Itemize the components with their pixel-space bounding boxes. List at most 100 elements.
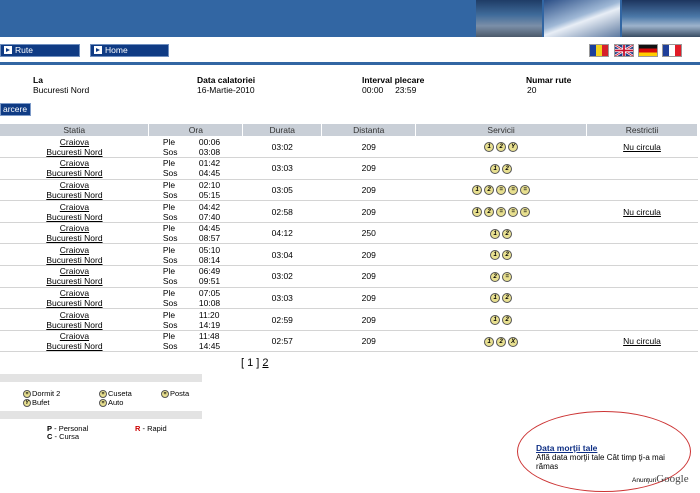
rute-button[interactable]: Rute (0, 44, 80, 57)
header-banner (0, 0, 700, 37)
service-icon: X (508, 336, 519, 347)
to-station-link[interactable]: Bucuresti Nord (0, 276, 149, 286)
arrival-time: Sos 05:15 (162, 189, 221, 200)
from-station-link[interactable]: Craiova (0, 245, 149, 255)
from-station-link[interactable]: Craiova (0, 158, 149, 168)
departure-time: Ple 11:48 (162, 331, 220, 342)
duration-cell: 03:02 (242, 265, 322, 288)
restriction-cell (586, 308, 698, 331)
restriction-cell: Nu circula (586, 136, 698, 159)
car-icon: = (99, 399, 107, 408)
distance-cell: 209 (321, 136, 416, 159)
from-station-link[interactable]: Craiova (0, 223, 149, 233)
from-station-link[interactable]: Craiova (0, 137, 149, 147)
arrival-time: Sos 07:40 (162, 211, 221, 222)
distance-cell: 209 (321, 179, 416, 202)
time-cell: Ple 02:10 Sos 05:15 (148, 179, 243, 202)
station-cell: Craiova Bucuresti Nord (0, 222, 149, 245)
header-servicii[interactable]: Servicii (415, 124, 588, 136)
station-cell: Craiova Bucuresti Nord (0, 287, 149, 310)
uk-flag-icon[interactable] (614, 43, 634, 58)
station-cell: Craiova Bucuresti Nord (0, 136, 149, 159)
service-icon: 2 (490, 271, 501, 282)
arrival-time: Sos 03:08 (162, 146, 221, 157)
header-restrictii[interactable]: Restrictii (586, 124, 698, 136)
pagination: [ 1 ] 2 (241, 357, 269, 369)
table-row: Craiova Bucuresti Nord Ple 07:05 Sos 10:08 03:… (0, 287, 698, 310)
restriction-cell (586, 179, 698, 202)
header-ora[interactable]: Ora (148, 124, 244, 136)
header-statia[interactable]: Statia (0, 124, 150, 136)
from-station-link[interactable]: Craiova (0, 288, 149, 298)
to-station-link[interactable]: Bucuresti Nord (0, 255, 149, 265)
service-icon: 1 (484, 336, 495, 347)
couchette-icon: = (99, 390, 107, 399)
service-icon: 1 (472, 206, 483, 217)
restriction-link[interactable]: Nu circula (587, 142, 698, 152)
ad-title-link[interactable]: Data morţii tale (536, 443, 597, 453)
info-route-count: Numar rute 20 (526, 75, 572, 95)
restriction-link[interactable]: Nu circula (587, 336, 698, 346)
duration-cell: 03:03 (242, 157, 322, 180)
page-2-link[interactable]: 2 (262, 357, 268, 369)
table-row: Craiova Bucuresti Nord Ple 02:10 Sos 05:15 03:… (0, 179, 698, 202)
service-icon: 2 (496, 141, 507, 152)
to-station-link[interactable]: Bucuresti Nord (0, 190, 149, 200)
arrival-time: Sos 14:45 (162, 341, 221, 352)
restriction-link[interactable]: Nu circula (587, 207, 698, 217)
home-button[interactable]: Home (90, 44, 169, 57)
arrival-time: Sos 04:45 (162, 168, 221, 179)
departure-time: Ple 05:10 (162, 244, 221, 255)
to-station-link[interactable]: Bucuresti Nord (0, 233, 149, 243)
table-row: Craiova Bucuresti Nord Ple 00:06 Sos 03:08 03:… (0, 136, 698, 159)
services-cell: 2 = (415, 265, 587, 288)
from-station-link[interactable]: Craiova (0, 202, 149, 212)
from-station-link[interactable]: Craiova (0, 310, 149, 320)
service-icon: 2 (484, 206, 495, 217)
station-cell: Craiova Bucuresti Nord (0, 157, 149, 180)
french-flag-icon[interactable] (662, 44, 682, 57)
arrival-time: Sos 14:19 (162, 319, 221, 330)
header-durata[interactable]: Durata (242, 124, 323, 136)
search-button[interactable]: arcere (0, 103, 31, 116)
service-icon: 1 (484, 141, 495, 152)
romanian-flag-icon[interactable] (589, 44, 609, 57)
google-logo: Google (656, 473, 689, 485)
table-header: Statia Ora Durata Distanta Servicii Rest… (0, 124, 698, 136)
departure-time: Ple 00:06 (162, 136, 221, 147)
service-icon: 2 (502, 228, 513, 239)
german-flag-icon[interactable] (638, 44, 658, 57)
to-station-link[interactable]: Bucuresti Nord (0, 147, 149, 157)
info-interval: Interval plecare 00:00 23:59 (362, 75, 425, 95)
to-station-link[interactable]: Bucuresti Nord (0, 212, 149, 222)
duration-cell: 02:59 (242, 308, 322, 331)
departure-time: Ple 06:49 (162, 266, 221, 277)
time-cell: Ple 06:49 Sos 09:51 (148, 265, 243, 288)
google-ads-label[interactable]: AnunţuriGoogle (632, 473, 689, 485)
departure-time: Ple 07:05 (162, 287, 221, 298)
duration-cell: 04:12 (242, 222, 322, 245)
service-icon: 1 (490, 228, 501, 239)
service-icon: 1 (490, 250, 501, 261)
arrival-time: Sos 08:57 (162, 233, 221, 244)
to-station-link[interactable]: Bucuresti Nord (0, 168, 149, 178)
legend-dormit: = Dormit 2 (22, 389, 60, 399)
from-station-link[interactable]: Craiova (0, 180, 149, 190)
service-icon: = (520, 185, 531, 196)
station-cell: Craiova Bucuresti Nord (0, 265, 149, 288)
distance-cell: 209 (321, 308, 416, 331)
legend-bufet: Y Bufet (22, 398, 50, 408)
station-cell: Craiova Bucuresti Nord (0, 200, 149, 223)
arrow-icon (4, 46, 12, 54)
station-cell: Craiova Bucuresti Nord (0, 308, 149, 331)
header-distanta[interactable]: Distanta (321, 124, 417, 136)
from-station-link[interactable]: Craiova (0, 266, 149, 276)
banner-photo-building (622, 0, 700, 37)
service-icon: = (508, 206, 519, 217)
to-station-link[interactable]: Bucuresti Nord (0, 341, 149, 351)
service-icon: 2 (502, 163, 513, 174)
to-station-link[interactable]: Bucuresti Nord (0, 298, 149, 308)
legend-posta: = Posta (160, 389, 189, 399)
to-station-link[interactable]: Bucuresti Nord (0, 320, 149, 330)
from-station-link[interactable]: Craiova (0, 331, 149, 341)
